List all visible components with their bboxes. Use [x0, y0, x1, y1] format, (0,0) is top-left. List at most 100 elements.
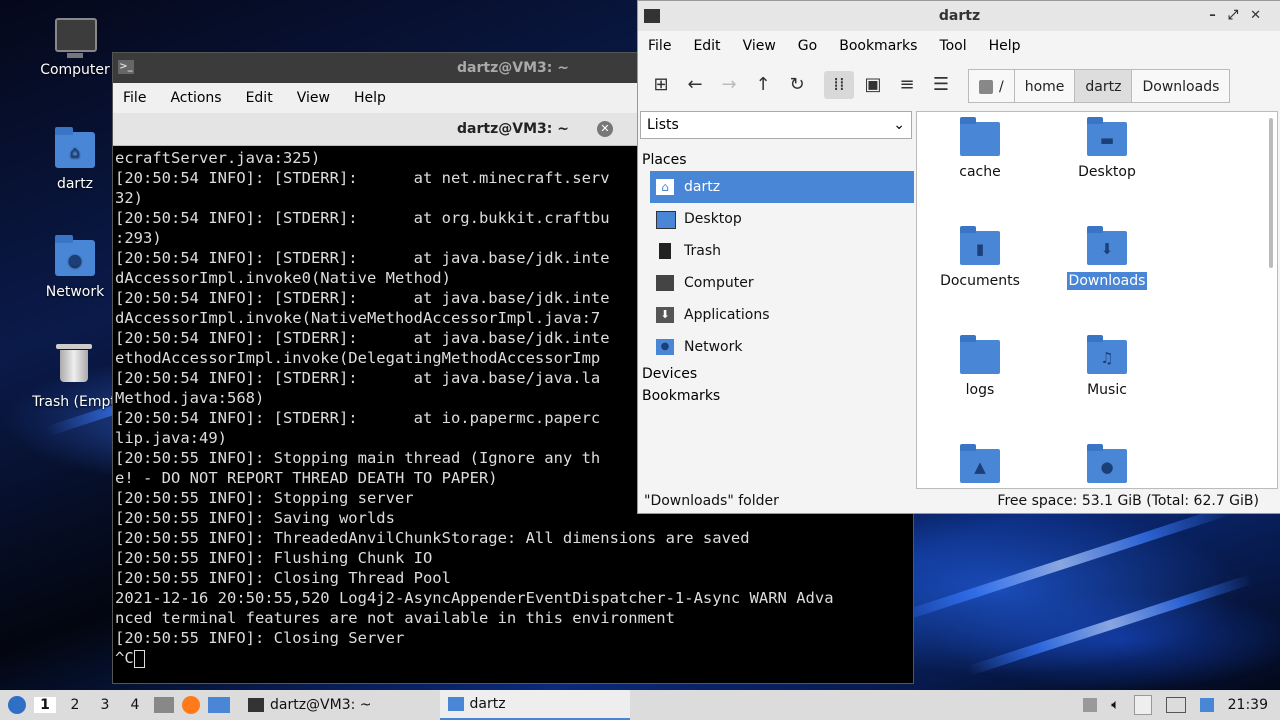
place-dartz[interactable]: ⌂ dartz	[650, 171, 914, 203]
close-tab-icon[interactable]: ✕	[597, 121, 613, 137]
folder-item-logs[interactable]: logs	[925, 335, 1035, 398]
workspace-3[interactable]: 3	[94, 697, 116, 713]
wallpaper-streak	[965, 573, 1255, 677]
volume-icon[interactable]: 🔈︎	[1111, 697, 1119, 713]
tray-arrow-icon[interactable]	[1083, 698, 1098, 712]
folder-icon	[960, 335, 1000, 374]
folder-item-public[interactable]: ●	[1052, 444, 1162, 488]
menu-edit[interactable]: Edit	[693, 38, 720, 54]
task-label: dartz@VM3: ~	[270, 697, 372, 713]
close-icon[interactable]: ✕	[1250, 8, 1273, 23]
place-label: Trash	[684, 243, 721, 259]
folder-icon	[447, 697, 464, 711]
menu-help[interactable]: Help	[354, 90, 386, 106]
menu-file[interactable]: File	[123, 90, 146, 106]
start-menu-icon[interactable]	[8, 696, 26, 714]
place-applications[interactable]: ⬇ Applications	[638, 299, 914, 331]
menu-view[interactable]: View	[297, 90, 330, 106]
taskbar: 1 2 3 4 dartz@VM3: ~ dartz 🔈︎ 21:39	[0, 690, 1280, 720]
file-manager-launcher-icon[interactable]	[154, 697, 174, 713]
computer-icon	[656, 275, 674, 291]
menu-help[interactable]: Help	[989, 38, 1021, 54]
desktop-launcher-icon[interactable]	[208, 697, 230, 713]
task-label: dartz	[469, 696, 506, 712]
menu-bookmarks[interactable]: Bookmarks	[839, 38, 917, 54]
breadcrumb: / home dartz Downloads	[968, 69, 1231, 103]
file-manager-window[interactable]: dartz –⤢✕ File Edit View Go Bookmarks To…	[637, 0, 1280, 514]
desktop-icon	[656, 211, 676, 229]
clock[interactable]: 21:39	[1228, 697, 1268, 713]
folder-icon	[644, 9, 660, 23]
workspace-4[interactable]: 4	[124, 697, 146, 713]
desktop-icon-trash[interactable]: Trash (Empt	[24, 344, 124, 410]
taskbar-task-terminal[interactable]: dartz@VM3: ~	[240, 690, 380, 720]
menu-file[interactable]: File	[648, 38, 671, 54]
place-network[interactable]: ● Network	[638, 331, 914, 363]
network-folder-icon: ●	[55, 235, 95, 280]
scrollbar[interactable]	[1269, 118, 1273, 268]
place-trash[interactable]: Trash	[638, 235, 914, 267]
icon-view-icon[interactable]: ⁞⁞	[824, 71, 854, 99]
file-grid[interactable]: cache ▬ Desktop ▮ Documents ⬇ Downloads …	[916, 111, 1278, 489]
desktop-icon-label: dartz	[56, 176, 94, 192]
desktop-icon-label: Computer	[40, 62, 110, 78]
side-pane: Lists ⌄ Places ⌂ dartz Desktop Trash Com…	[638, 111, 914, 489]
breadcrumb-downloads[interactable]: Downloads	[1131, 69, 1231, 103]
menu-edit[interactable]: Edit	[246, 90, 273, 106]
back-arrow-icon[interactable]: ←	[680, 71, 710, 99]
menu-go[interactable]: Go	[798, 38, 817, 54]
workspace-1[interactable]: 1	[34, 697, 56, 713]
list-view-icon[interactable]: ☰	[926, 71, 956, 99]
place-computer[interactable]: Computer	[638, 267, 914, 299]
menu-view[interactable]: View	[743, 38, 776, 54]
firefox-icon[interactable]	[182, 696, 200, 714]
taskbar-task-filemanager[interactable]: dartz	[439, 690, 630, 720]
desktop-icon-network[interactable]: ● Network	[30, 235, 120, 300]
thumbnail-view-icon[interactable]: ▣	[858, 71, 888, 99]
network-status-icon[interactable]	[1165, 697, 1186, 713]
folder-label: Documents	[940, 273, 1020, 289]
desktop-icon-computer[interactable]: Computer	[30, 18, 120, 78]
system-tray: 🔈︎ 21:39	[1069, 690, 1280, 720]
up-arrow-icon[interactable]: ↑	[748, 71, 778, 99]
workspace-2[interactable]: 2	[64, 697, 86, 713]
clipboard-icon[interactable]	[1133, 695, 1152, 715]
menu-tool[interactable]: Tool	[939, 38, 966, 54]
folder-label: Music	[1087, 382, 1127, 398]
folder-icon	[960, 117, 1000, 156]
pictures-folder-icon: ▲	[960, 444, 1000, 483]
place-label: Desktop	[684, 211, 742, 227]
minimize-icon[interactable]: –	[1209, 8, 1228, 23]
place-desktop[interactable]: Desktop	[638, 203, 914, 235]
breadcrumb-home[interactable]: home	[1013, 69, 1076, 103]
place-label: Computer	[684, 275, 754, 291]
folder-item-downloads[interactable]: ⬇ Downloads	[1052, 226, 1162, 290]
wallpaper-streak	[887, 504, 1233, 626]
desktop-icon-home[interactable]: ⌂ dartz	[30, 127, 120, 192]
bookmarks-header[interactable]: Bookmarks	[638, 385, 914, 407]
reload-icon[interactable]: ↻	[782, 71, 812, 99]
terminal-line: [20:50:55 INFO]: ThreadedAnvilChunkStora…	[115, 529, 750, 547]
forward-arrow-icon[interactable]: →	[714, 71, 744, 99]
place-label: Network	[684, 339, 743, 355]
folder-item-documents[interactable]: ▮ Documents	[925, 226, 1035, 289]
file-manager-menubar: File Edit View Go Bookmarks Tool Help	[638, 31, 1280, 61]
breadcrumb-dartz[interactable]: dartz	[1074, 69, 1133, 103]
breadcrumb-root[interactable]: /	[968, 69, 1015, 103]
compact-view-icon[interactable]: ≡	[892, 71, 922, 99]
folder-item-pictures[interactable]: ▲	[925, 444, 1035, 488]
menu-actions[interactable]: Actions	[170, 90, 221, 106]
terminal-cursor	[133, 649, 145, 668]
home-folder-icon: ⌂	[55, 127, 95, 172]
place-label: dartz	[684, 179, 721, 195]
side-pane-mode-select[interactable]: Lists ⌄	[640, 111, 912, 139]
updates-icon[interactable]	[1199, 698, 1214, 712]
folder-item-music[interactable]: ♫ Music	[1052, 335, 1162, 398]
new-tab-icon[interactable]: ⊞	[646, 71, 676, 99]
terminal-tab-title: dartz@VM3: ~	[457, 121, 569, 137]
folder-item-desktop[interactable]: ▬ Desktop	[1052, 117, 1162, 180]
folder-item-cache[interactable]: cache	[925, 117, 1035, 180]
file-manager-titlebar[interactable]: dartz –⤢✕	[638, 1, 1280, 31]
maximize-icon[interactable]: ⤢	[1228, 8, 1250, 23]
devices-header[interactable]: Devices	[638, 363, 914, 385]
